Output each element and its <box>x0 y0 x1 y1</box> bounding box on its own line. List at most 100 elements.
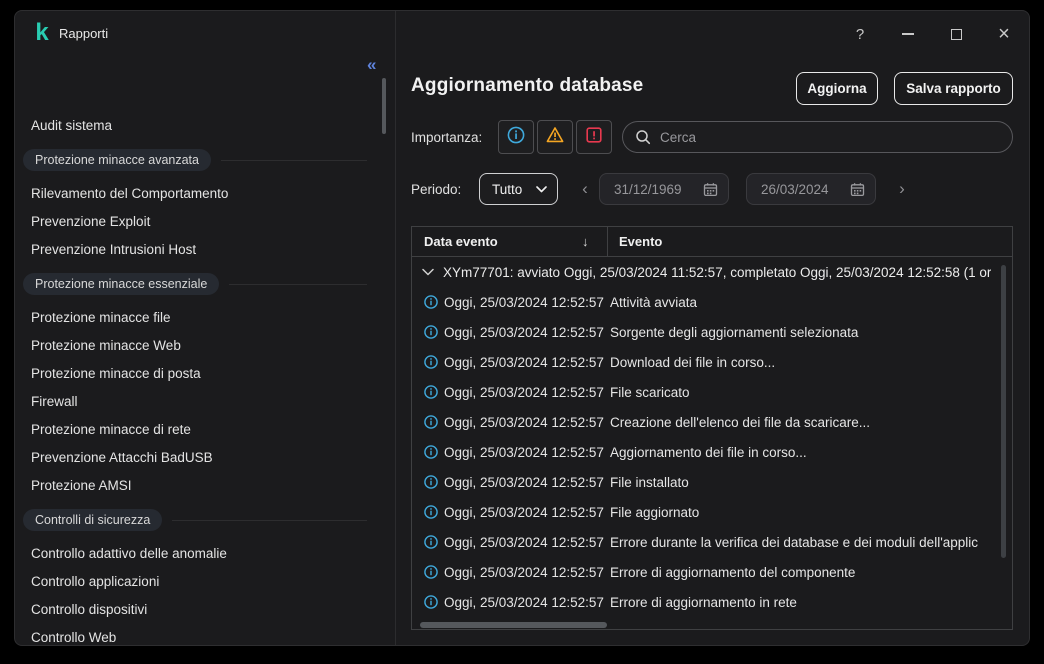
task-group-row[interactable]: XYm77701: avviato Oggi, 25/03/2024 11:52… <box>412 257 1012 287</box>
sidebar-item-controllo-applicazioni[interactable]: Controllo applicazioni <box>15 568 381 596</box>
search-input[interactable] <box>660 130 1000 145</box>
sidebar-item-rilevamento-comportamento[interactable]: Rilevamento del Comportamento <box>15 180 381 208</box>
info-icon <box>423 594 439 610</box>
info-icon <box>423 534 439 550</box>
app-window: k Rapporti ? × « Audit sistema Protezion… <box>14 10 1030 646</box>
sidebar-item-protezione-minacce-file[interactable]: Protezione minacce file <box>15 304 381 332</box>
chevron-down-icon <box>536 186 547 193</box>
help-button[interactable]: ? <box>846 21 874 47</box>
event-date: Oggi, 25/03/2024 12:52:57 <box>444 355 610 370</box>
sidebar-item-protezione-minacce-rete[interactable]: Protezione minacce di rete <box>15 416 381 444</box>
section-badge: Controlli di sicurezza <box>23 509 162 531</box>
kaspersky-logo-icon: k <box>31 22 53 44</box>
vertical-scrollbar[interactable] <box>1001 265 1006 558</box>
sidebar-item-prevenzione-intrusioni-host[interactable]: Prevenzione Intrusioni Host <box>15 236 381 264</box>
save-report-button[interactable]: Salva rapporto <box>894 72 1013 105</box>
date-from-field[interactable]: 31/12/1969 <box>599 173 729 205</box>
table-row[interactable]: Oggi, 25/03/2024 12:52:57 Errore durante… <box>412 527 1012 557</box>
section-line <box>172 520 367 521</box>
sidebar-section-controls: Controlli di sicurezza <box>15 500 381 540</box>
event-text: Attività avviata <box>610 295 986 310</box>
column-header-evento[interactable]: Evento <box>619 227 662 257</box>
sidebar-item-protezione-amsi[interactable]: Protezione AMSI <box>15 472 381 500</box>
warning-icon <box>545 125 565 150</box>
event-text: File scaricato <box>610 385 986 400</box>
sidebar-item-controllo-dispositivi[interactable]: Controllo dispositivi <box>15 596 381 624</box>
sidebar-section-advanced: Protezione minacce avanzata <box>15 140 381 180</box>
section-badge: Protezione minacce avanzata <box>23 149 211 171</box>
search-icon <box>635 129 651 145</box>
horizontal-scrollbar[interactable] <box>420 622 607 628</box>
minimize-button[interactable] <box>894 21 922 47</box>
event-date: Oggi, 25/03/2024 12:52:57 <box>444 325 610 340</box>
table-header: Data evento ↓ Evento <box>412 227 1012 257</box>
close-button[interactable]: × <box>990 21 1018 47</box>
calendar-icon <box>703 182 718 197</box>
maximize-button[interactable] <box>942 21 970 47</box>
info-icon <box>423 354 439 370</box>
sidebar-item-controllo-adattivo[interactable]: Controllo adattivo delle anomalie <box>15 540 381 568</box>
section-badge: Protezione minacce essenziale <box>23 273 219 295</box>
search-box <box>622 121 1013 153</box>
sidebar: Audit sistema Protezione minacce avanzat… <box>15 57 395 646</box>
table-row[interactable]: Oggi, 25/03/2024 12:52:57 File scaricato <box>412 377 1012 407</box>
events-table: Data evento ↓ Evento XYm77701: avviato O… <box>411 226 1013 630</box>
table-row[interactable]: Oggi, 25/03/2024 12:52:57 Errore di aggi… <box>412 557 1012 587</box>
event-text: Creazione dell'elenco dei file da scaric… <box>610 415 986 430</box>
event-date: Oggi, 25/03/2024 12:52:57 <box>444 415 610 430</box>
table-row[interactable]: Oggi, 25/03/2024 12:52:57 Sorgente degli… <box>412 317 1012 347</box>
event-text: Errore durante la verifica dei database … <box>610 535 986 550</box>
sidebar-divider <box>395 11 396 646</box>
page-title: Aggiornamento database <box>411 75 643 97</box>
critical-icon <box>584 125 604 150</box>
sidebar-item-prevenzione-exploit[interactable]: Prevenzione Exploit <box>15 208 381 236</box>
event-text: File aggiornato <box>610 505 986 520</box>
event-text: Errore di aggiornamento del componente <box>610 565 986 580</box>
importance-critical-button[interactable] <box>576 120 612 154</box>
info-icon <box>423 324 439 340</box>
info-icon <box>423 474 439 490</box>
date-to-value: 26/03/2024 <box>761 182 829 197</box>
event-date: Oggi, 25/03/2024 12:52:57 <box>444 565 610 580</box>
table-row[interactable]: Oggi, 25/03/2024 12:52:57 File aggiornat… <box>412 497 1012 527</box>
sidebar-item-firewall[interactable]: Firewall <box>15 388 381 416</box>
event-text: Download dei file in corso... <box>610 355 986 370</box>
importance-filter-group <box>498 120 612 154</box>
table-row[interactable]: Oggi, 25/03/2024 12:52:57 Aggiornamento … <box>412 437 1012 467</box>
sidebar-item-prevenzione-badusb[interactable]: Prevenzione Attacchi BadUSB <box>15 444 381 472</box>
importance-info-button[interactable] <box>498 120 534 154</box>
sort-desc-icon[interactable]: ↓ <box>582 227 589 257</box>
table-row[interactable]: Oggi, 25/03/2024 12:52:57 Errore di aggi… <box>412 587 1012 617</box>
event-text: File installato <box>610 475 986 490</box>
column-header-data-evento[interactable]: Data evento <box>424 227 498 257</box>
table-row[interactable]: Oggi, 25/03/2024 12:52:57 Download dei f… <box>412 347 1012 377</box>
date-to-field[interactable]: 26/03/2024 <box>746 173 876 205</box>
event-date: Oggi, 25/03/2024 12:52:57 <box>444 535 610 550</box>
period-next-button[interactable]: › <box>894 178 910 200</box>
update-button[interactable]: Aggiorna <box>796 72 878 105</box>
sidebar-item-audit-sistema[interactable]: Audit sistema <box>15 112 381 140</box>
period-prev-button[interactable]: ‹ <box>577 178 593 200</box>
info-icon <box>506 125 526 150</box>
event-date: Oggi, 25/03/2024 12:52:57 <box>444 505 610 520</box>
section-line <box>229 284 367 285</box>
sidebar-item-protezione-minacce-web[interactable]: Protezione minacce Web <box>15 332 381 360</box>
chevron-down-icon <box>422 268 434 276</box>
period-range-select[interactable]: Tutto <box>479 173 558 205</box>
minimize-icon <box>902 33 914 35</box>
maximize-icon <box>951 29 962 40</box>
importance-warning-button[interactable] <box>537 120 573 154</box>
sidebar-item-controllo-web[interactable]: Controllo Web <box>15 624 381 646</box>
event-date: Oggi, 25/03/2024 12:52:57 <box>444 295 610 310</box>
event-date: Oggi, 25/03/2024 12:52:57 <box>444 475 610 490</box>
event-date: Oggi, 25/03/2024 12:52:57 <box>444 385 610 400</box>
title-bar: k Rapporti ? × <box>15 11 1029 57</box>
task-group-summary: XYm77701: avviato Oggi, 25/03/2024 11:52… <box>443 265 991 280</box>
info-icon <box>423 384 439 400</box>
table-row[interactable]: Oggi, 25/03/2024 12:52:57 Creazione dell… <box>412 407 1012 437</box>
sidebar-item-protezione-minacce-posta[interactable]: Protezione minacce di posta <box>15 360 381 388</box>
info-icon <box>423 504 439 520</box>
table-row[interactable]: Oggi, 25/03/2024 12:52:57 File installat… <box>412 467 1012 497</box>
table-row[interactable]: Oggi, 25/03/2024 12:52:57 Attività avvia… <box>412 287 1012 317</box>
info-icon <box>423 414 439 430</box>
